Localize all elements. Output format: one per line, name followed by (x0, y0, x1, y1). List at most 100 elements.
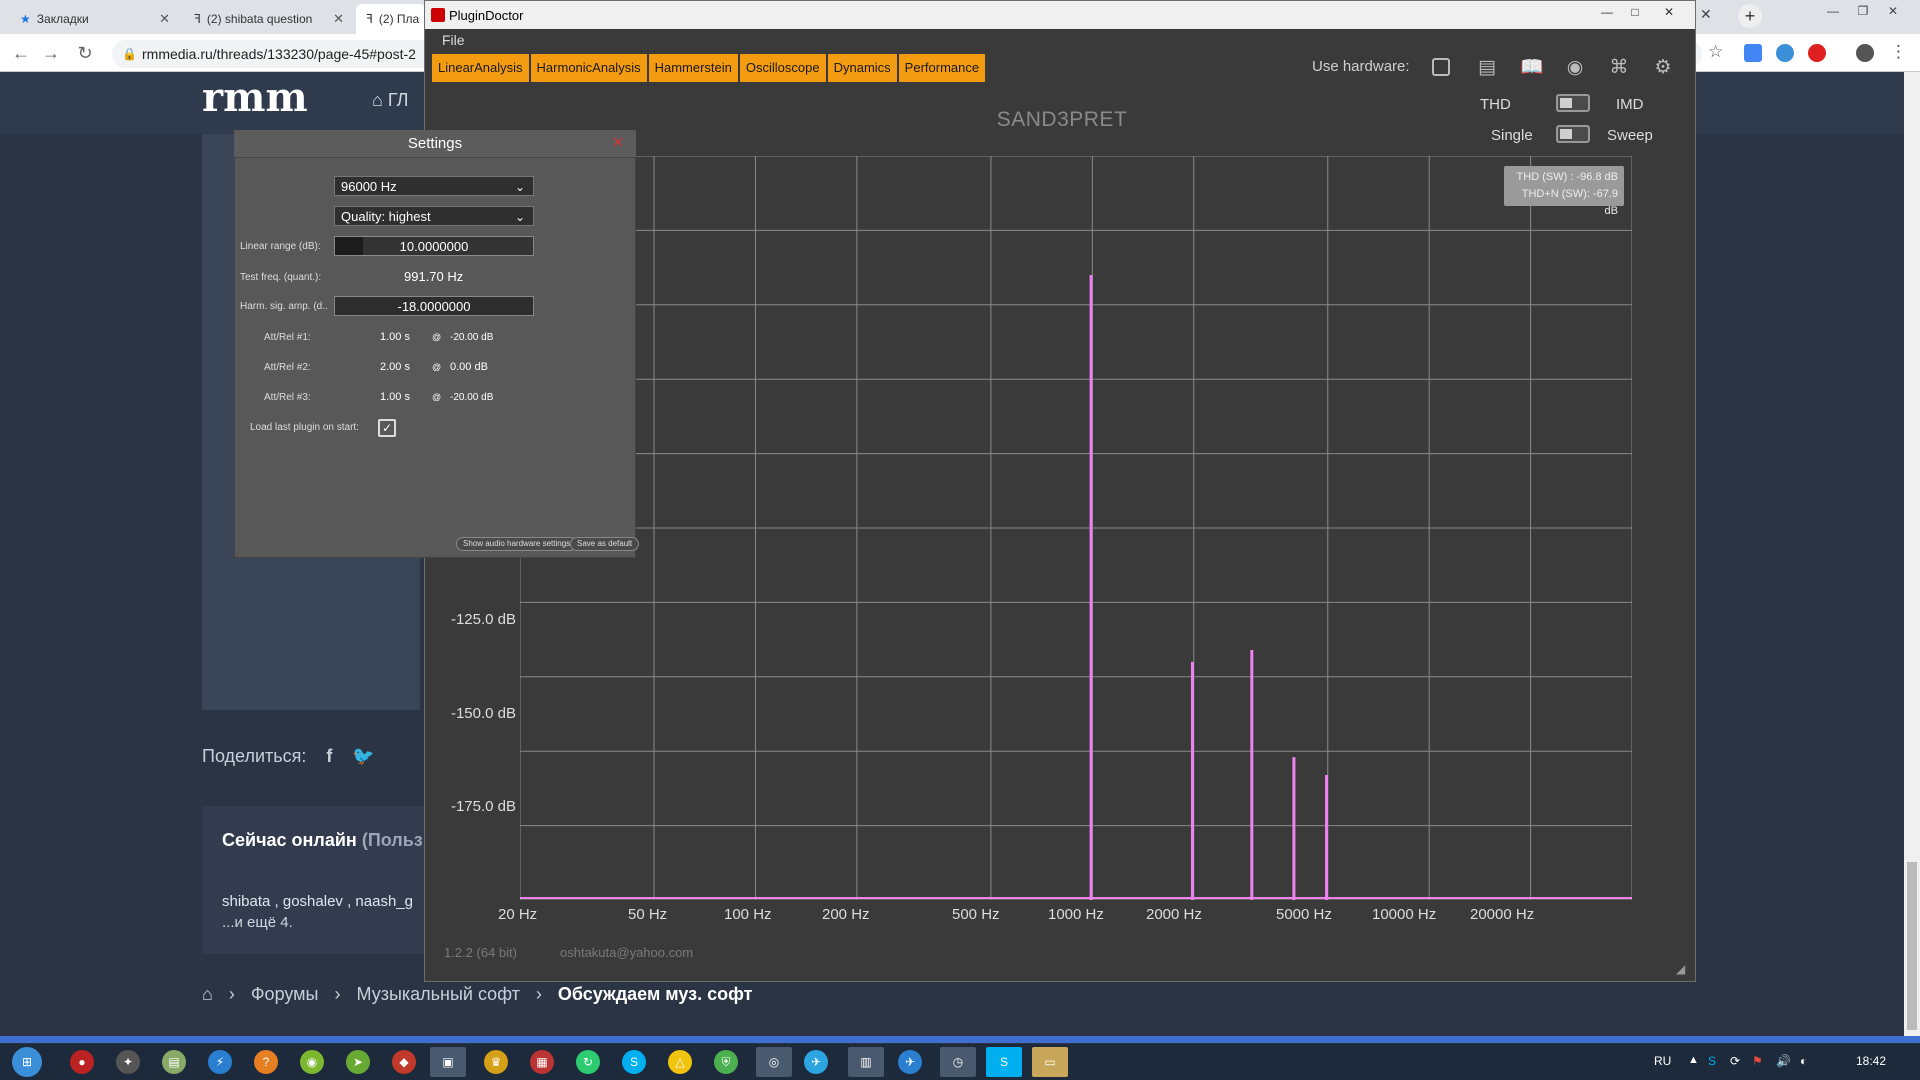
crumb-current: Обсуждаем муз. софт (557, 984, 753, 1004)
bookmark-star-icon[interactable]: ☆ (1708, 42, 1723, 62)
twitter-icon[interactable]: 🐦 (352, 746, 374, 767)
record-icon[interactable]: ● (70, 1050, 94, 1074)
app-icon[interactable]: ♛ (484, 1050, 508, 1074)
sample-rate-select[interactable]: 96000 Hz ⌄ (334, 176, 534, 196)
skype-icon[interactable]: S (1708, 1054, 1716, 1068)
tab-linear-analysis[interactable]: LinearAnalysis (432, 54, 529, 82)
att-rel-db[interactable]: 0.00 dB (450, 361, 488, 373)
avatar[interactable] (1856, 44, 1874, 62)
chrome-icon[interactable]: ◎ (756, 1047, 792, 1077)
skype-icon[interactable]: S (986, 1047, 1022, 1077)
app-icon[interactable]: ↻ (576, 1050, 600, 1074)
att-rel-time[interactable]: 1.00 s (380, 391, 410, 403)
scrollbar-thumb[interactable] (1907, 862, 1917, 1030)
browser-tab[interactable]: ꟻ (2) shibata question ✕ (184, 4, 354, 34)
home-icon[interactable]: ⌂ (202, 984, 213, 1005)
gear-icon[interactable]: ⚙ (1652, 57, 1674, 79)
tab-dynamics[interactable]: Dynamics (827, 54, 897, 82)
att-rel-db[interactable]: -20.00 dB (450, 392, 493, 403)
camera-icon[interactable]: ⌘ (1608, 57, 1630, 79)
opera-icon[interactable] (1808, 44, 1826, 62)
notes-icon[interactable]: ▤ (1476, 57, 1498, 79)
online-users[interactable]: shibata , goshalev , naash_g (222, 893, 413, 910)
language-indicator[interactable]: RU (1654, 1054, 1671, 1068)
app-icon[interactable]: ⟳ (1730, 1054, 1740, 1068)
maximize-icon[interactable]: □ (1621, 4, 1649, 20)
minimize-icon[interactable]: — (1818, 2, 1848, 20)
app-icon[interactable]: ◆ (392, 1050, 416, 1074)
close-icon[interactable]: ✕ (333, 11, 344, 27)
start-icon[interactable]: ⊞ (12, 1047, 42, 1077)
settings-title[interactable]: Settings (234, 130, 636, 158)
star-icon: ★ (20, 12, 31, 26)
book-icon[interactable]: 📖 (1520, 57, 1544, 79)
app-icon[interactable]: ▦ (530, 1050, 554, 1074)
app-icon[interactable]: △ (668, 1050, 692, 1074)
eye-icon[interactable]: ◉ (1564, 57, 1586, 79)
app-icon[interactable]: ◉ (300, 1050, 324, 1074)
extension-icon[interactable] (1744, 44, 1762, 62)
load-last-checkbox[interactable]: ✓ (378, 419, 396, 437)
menu-file[interactable]: File (442, 32, 465, 48)
crumb-forums[interactable]: Форумы (251, 984, 319, 1005)
thd-imd-toggle[interactable] (1556, 94, 1590, 112)
att-rel-db[interactable]: -20.00 dB (450, 332, 493, 343)
skype-icon[interactable]: S (622, 1050, 646, 1074)
app-icon[interactable]: ➤ (346, 1050, 370, 1074)
close-window-icon[interactable]: ✕ (1655, 4, 1683, 20)
network-icon[interactable]: ⚑ (1752, 1054, 1763, 1068)
clock[interactable]: 18:42 (1856, 1054, 1886, 1068)
harmonic-spectrum-chart[interactable] (520, 156, 1632, 900)
tab-hammerstein[interactable]: Hammerstein (648, 54, 738, 82)
tab-oscilloscope[interactable]: Oscilloscope (739, 54, 826, 82)
close-icon[interactable]: ✕ (612, 134, 624, 151)
app-icon[interactable]: ? (254, 1050, 278, 1074)
single-sweep-toggle[interactable] (1556, 125, 1590, 143)
browser-tab[interactable]: ★ Закладки ✕ (10, 4, 180, 34)
facebook-icon[interactable]: f (326, 746, 332, 767)
minimize-icon[interactable]: — (1593, 4, 1621, 20)
close-icon[interactable]: ✕ (1700, 6, 1720, 23)
quality-select[interactable]: Quality: highest ⌄ (334, 206, 534, 226)
close-window-icon[interactable]: ✕ (1878, 2, 1908, 20)
x-tick-label: 500 Hz (952, 906, 1000, 923)
extension-icon[interactable] (1776, 44, 1794, 62)
forum-nav-home[interactable]: ⌂ ГЛ (372, 90, 408, 111)
forum-logo[interactable]: rmmRUSSIAN MUSIC MAKERS (202, 76, 350, 139)
folder-icon[interactable]: ▭ (1032, 1047, 1068, 1077)
show-audio-hardware-button[interactable]: Show audio hardware settings (456, 537, 578, 551)
harm-amp-field[interactable]: -18.0000000 (334, 296, 534, 316)
app-icon[interactable]: ◷ (940, 1047, 976, 1077)
forward-icon[interactable]: → (40, 42, 62, 64)
crumb-music-soft[interactable]: Музыкальный софт (357, 984, 520, 1005)
app-icon[interactable]: ▥ (848, 1047, 884, 1077)
plugindoctor-titlebar[interactable]: PluginDoctor — □ ✕ (425, 1, 1695, 29)
back-icon[interactable]: ← (10, 42, 32, 64)
resize-grip-icon[interactable]: ◢ (1676, 962, 1685, 976)
reload-icon[interactable]: ↻ (74, 42, 96, 64)
plugindoctor-task-icon[interactable]: ▣ (430, 1047, 466, 1077)
home-icon: ⌂ (372, 90, 383, 110)
app-icon[interactable]: ✦ (116, 1050, 140, 1074)
save-as-default-button[interactable]: Save as default (570, 537, 640, 551)
linear-range-field[interactable]: 10.0000000 (334, 236, 534, 256)
app-icon[interactable]: ✈ (898, 1050, 922, 1074)
tab-performance[interactable]: Performance (898, 54, 986, 82)
telegram-icon[interactable]: ✈ (804, 1050, 828, 1074)
tray-arrow-icon[interactable]: ▲ (1688, 1054, 1699, 1066)
att-rel-time[interactable]: 1.00 s (380, 331, 410, 343)
use-hardware-checkbox[interactable] (1432, 58, 1450, 76)
app-icon[interactable]: ⚡ (208, 1050, 232, 1074)
app-icon[interactable]: ▤ (162, 1050, 186, 1074)
menu-dots-icon[interactable]: ⋮ (1890, 42, 1907, 62)
tab-harmonic-analysis[interactable]: HarmonicAnalysis (530, 54, 647, 82)
restore-icon[interactable]: ❐ (1848, 2, 1878, 20)
att-rel-label: Att/Rel #2: (264, 362, 311, 373)
browser-tab-active[interactable]: ꟻ (2) Пла (356, 4, 426, 34)
att-rel-time[interactable]: 2.00 s (380, 361, 410, 373)
shield-icon[interactable]: ⛨ (714, 1050, 738, 1074)
close-icon[interactable]: ✕ (159, 11, 170, 27)
new-tab-button[interactable]: + (1738, 4, 1762, 28)
app-icon[interactable]: ◐ (1800, 1054, 1807, 1068)
volume-icon[interactable]: 🔊 (1776, 1054, 1791, 1068)
